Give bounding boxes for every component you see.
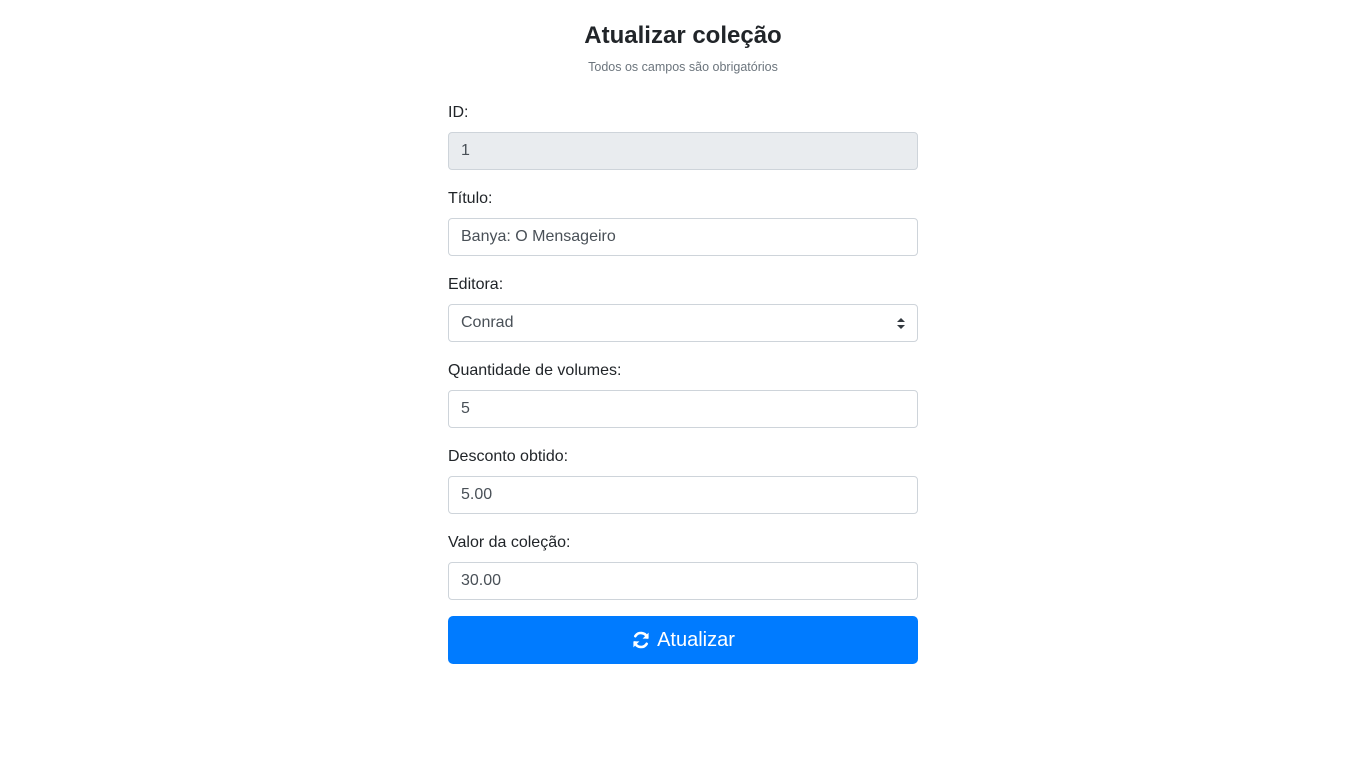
titulo-field[interactable] [448,218,918,256]
desconto-label: Desconto obtido: [448,448,569,465]
id-field[interactable] [448,132,918,170]
editora-selected-value: Conrad [461,314,514,331]
id-label: ID: [448,104,469,121]
page-subtitle: Todos os campos são obrigatórios [588,60,778,74]
select-updown-icon [897,318,905,329]
quantidade-field[interactable] [448,390,918,428]
atualizar-button[interactable]: Atualizar [448,616,918,664]
refresh-icon [633,631,649,649]
valor-field[interactable] [448,562,918,600]
atualizar-button-label: Atualizar [657,629,735,651]
page-title: Atualizar coleção [584,22,782,49]
quantidade-label: Quantidade de volumes: [448,362,622,379]
editora-select[interactable]: Conrad [448,304,918,342]
titulo-label: Título: [448,190,493,207]
valor-label: Valor da coleção: [448,534,571,551]
editora-label: Editora: [448,276,504,293]
desconto-field[interactable] [448,476,918,514]
